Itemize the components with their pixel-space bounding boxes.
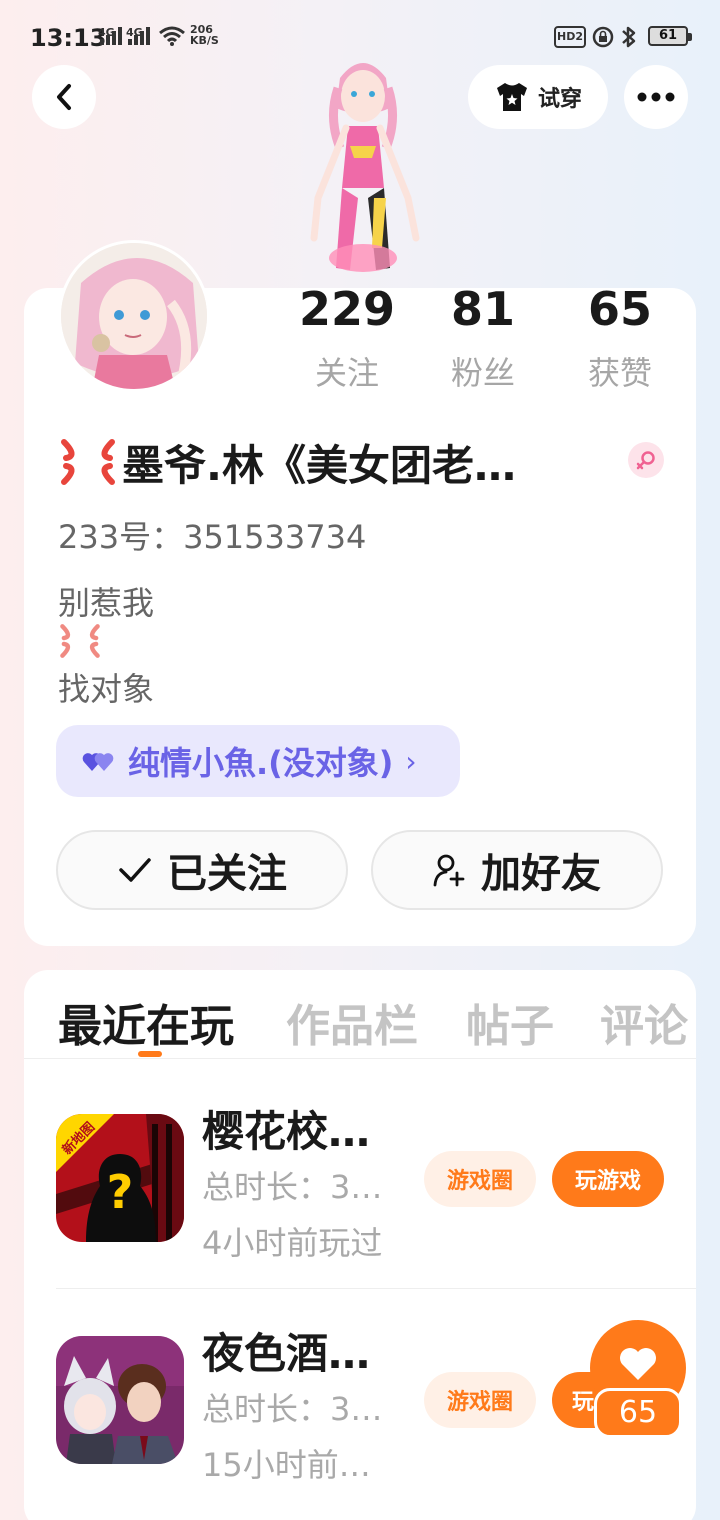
network-speed: 206 KB/S — [190, 24, 219, 46]
stat-fans[interactable]: 81 粉丝 — [428, 284, 538, 394]
speed-unit: KB/S — [190, 34, 219, 47]
play-game-button[interactable]: 玩游戏 — [552, 1151, 664, 1207]
bio-line-1: 别惹我 — [58, 584, 155, 622]
tab-recently-playing[interactable]: 最近在玩 — [58, 990, 234, 1054]
hearts-icon — [82, 753, 114, 771]
back-button[interactable] — [32, 65, 96, 129]
female-symbol-icon — [636, 451, 655, 470]
game-circle-button[interactable]: 游戏圈 — [424, 1151, 536, 1207]
check-icon — [119, 858, 151, 882]
add-user-icon — [433, 854, 465, 887]
stat-fans-label: 粉丝 — [450, 354, 515, 392]
username: 墨爷.林《美女团老… — [122, 440, 516, 490]
stat-following-label: 关注 — [314, 354, 379, 392]
stat-following[interactable]: 229 关注 — [292, 284, 402, 394]
stat-following-value: 229 — [298, 282, 396, 336]
add-friend-button[interactable]: 加好友 — [371, 830, 663, 910]
signal-icon-2 — [128, 27, 150, 45]
anger-emoji-icon-bio — [60, 624, 100, 658]
chevron-right-icon: › — [405, 744, 417, 778]
divider — [24, 1058, 696, 1059]
game-last-played: 15小时前… — [202, 1446, 371, 1484]
avatar[interactable] — [58, 240, 210, 392]
svg-text:?: ? — [107, 1165, 134, 1219]
shirt-icon — [496, 83, 527, 111]
username-row: 墨爷.林《美女团老… — [58, 432, 658, 492]
tab-works[interactable]: 作品栏 — [286, 990, 418, 1054]
tab-comments[interactable]: 评论 — [600, 990, 688, 1054]
add-friend-label: 加好友 — [481, 851, 601, 897]
stat-likes[interactable]: 65 获赞 — [565, 284, 675, 394]
active-tab-indicator — [138, 1051, 162, 1057]
more-button[interactable] — [624, 65, 688, 129]
try-on-label: 试穿 — [537, 87, 582, 112]
like-count-badge: 65 — [594, 1388, 682, 1438]
avatar-image — [61, 243, 207, 389]
game-icon[interactable] — [56, 1336, 184, 1464]
user-id: 233号：351533734 — [58, 518, 367, 556]
bio-line-2: 找对象 — [58, 670, 155, 708]
anger-emoji-icon — [61, 439, 115, 485]
try-on-button[interactable]: 试穿 — [468, 65, 608, 129]
hd-icon: HD2 — [554, 26, 586, 48]
avatar-figure-image — [310, 63, 420, 272]
chevron-left-icon — [57, 84, 71, 110]
group-name: 纯情小魚.(没对象) — [128, 744, 394, 782]
game-cover-image — [56, 1336, 184, 1464]
row-divider — [56, 1288, 696, 1289]
game-icon[interactable]: ? 新地图 — [56, 1114, 184, 1242]
game-duration: 总时长：3… — [202, 1390, 383, 1428]
tab-posts[interactable]: 帖子 — [466, 990, 554, 1054]
heart-icon — [620, 1348, 656, 1380]
game-last-played: 4小时前玩过 — [202, 1224, 383, 1262]
stat-likes-value: 65 — [587, 282, 652, 336]
game-duration: 总时长：3… — [202, 1168, 383, 1206]
signal-icon — [100, 27, 122, 45]
stat-fans-value: 81 — [450, 282, 515, 336]
more-dots-icon — [637, 92, 675, 102]
followed-button[interactable]: 已关注 — [56, 830, 348, 910]
gender-female-icon — [628, 442, 664, 478]
stat-likes-label: 获赞 — [587, 354, 652, 392]
status-time: 13:13 — [30, 24, 107, 52]
game-title[interactable]: 夜色酒… — [202, 1320, 370, 1381]
game-title[interactable]: 樱花校… — [202, 1098, 370, 1159]
followed-label: 已关注 — [167, 851, 287, 897]
bluetooth-icon — [622, 26, 636, 48]
group-chip[interactable]: 纯情小魚.(没对象) › — [56, 725, 460, 797]
lock-rotation-icon — [592, 26, 614, 48]
game-circle-button[interactable]: 游戏圈 — [424, 1372, 536, 1428]
wifi-icon — [159, 26, 185, 46]
battery-icon: 61 — [648, 26, 692, 46]
